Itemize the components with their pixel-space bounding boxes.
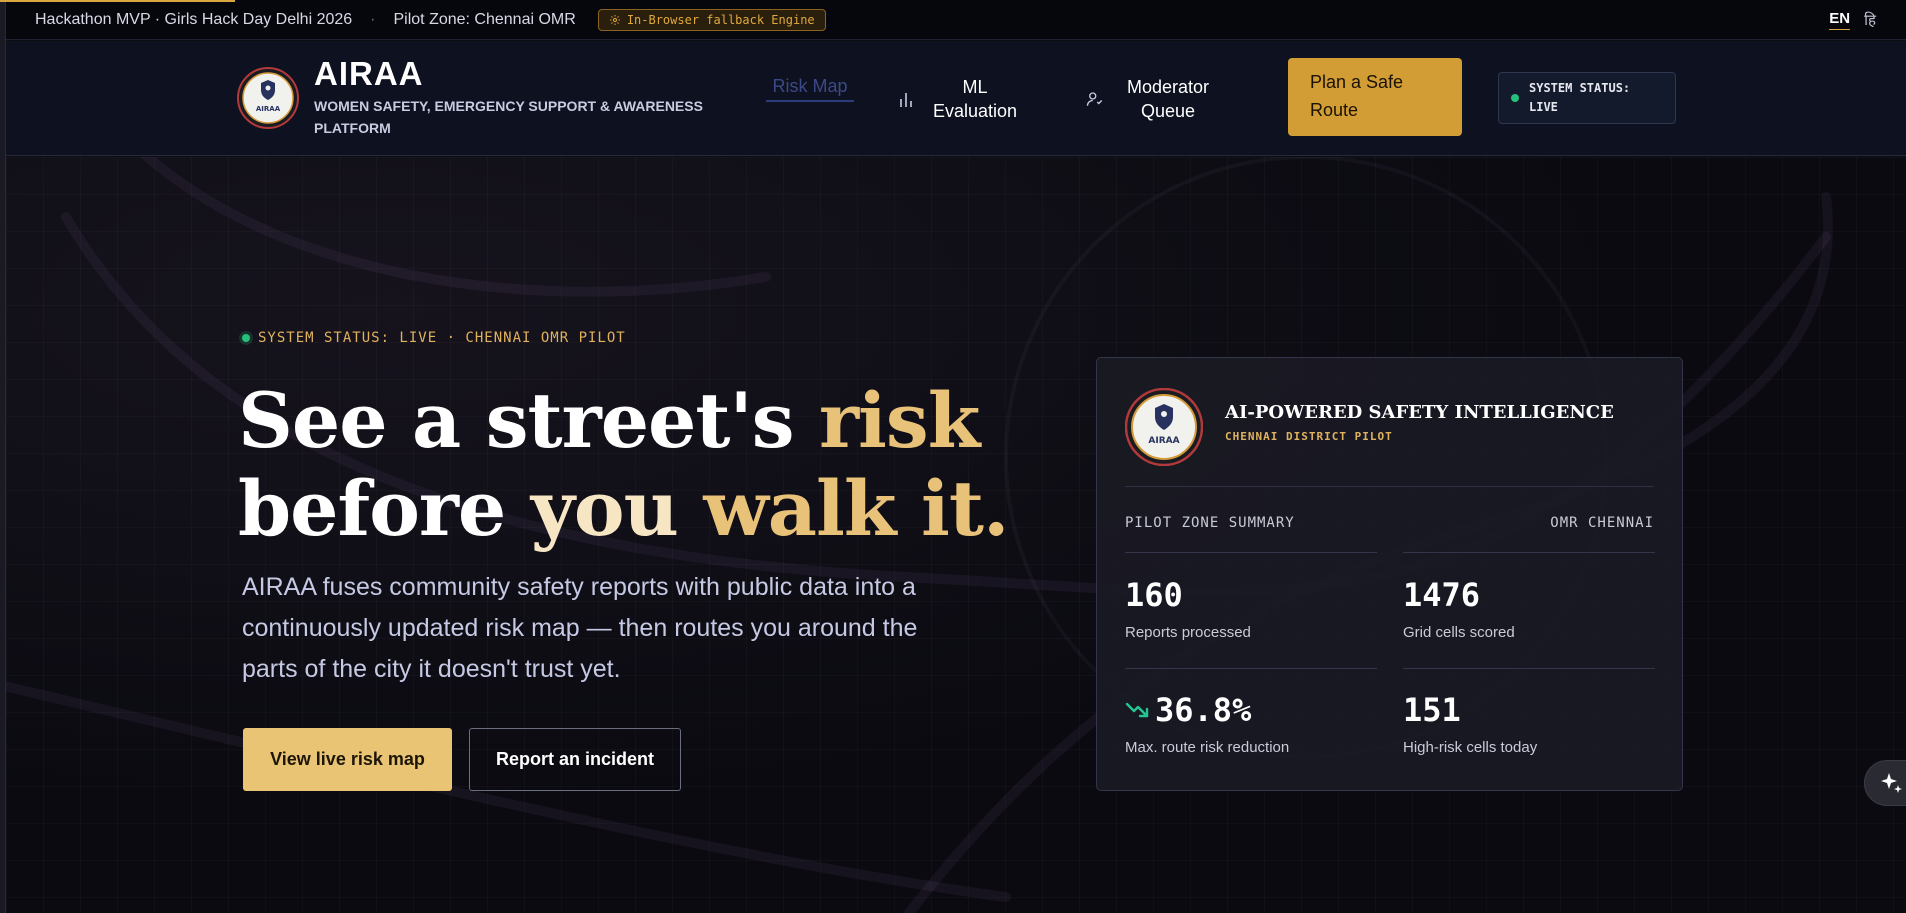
- view-risk-map-button[interactable]: View live risk map: [243, 728, 452, 791]
- report-incident-button[interactable]: Report an incident: [469, 728, 681, 791]
- plan-safe-route-button[interactable]: Plan a Safe Route: [1288, 58, 1462, 136]
- card-divider: [1125, 486, 1654, 487]
- event-label: Hackathon MVP · Girls Hack Day Delhi 202…: [35, 10, 353, 28]
- system-status-label: SYSTEM STATUS: LIVE: [1529, 81, 1631, 114]
- stat-value: 1476: [1403, 576, 1481, 614]
- brand-title[interactable]: AIRAA: [314, 55, 424, 93]
- lang-en-button[interactable]: EN: [1829, 10, 1851, 30]
- fallback-engine-badge: In-Browser fallback Engine: [597, 8, 826, 31]
- status-dot: [1511, 94, 1519, 102]
- airaa-logo[interactable]: AIRAA: [237, 67, 299, 129]
- stat-risk-reduction: 36.8% Max. route risk reduction: [1125, 691, 1375, 756]
- stat-label: High-risk cells today: [1403, 739, 1538, 756]
- lang-hi-button[interactable]: हि: [1864, 10, 1876, 30]
- pilot-zone-summary-label: PILOT ZONE SUMMARY: [1125, 515, 1295, 531]
- hero-status-line: SYSTEM STATUS: LIVE · CHENNAI OMR PILOT: [242, 330, 626, 346]
- headline-part-5: walk it.: [703, 464, 1009, 553]
- stat-reports-processed: 160 Reports processed: [1125, 576, 1375, 641]
- headline-part-2: risk: [819, 376, 980, 465]
- separator: ·: [370, 10, 376, 28]
- safety-intelligence-card: AIRAA AI-POWERED SAFETY INTELLIGENCE CHE…: [1096, 357, 1683, 791]
- svg-text:AIRAA: AIRAA: [1148, 436, 1179, 446]
- window-edge: [0, 0, 6, 913]
- stat-label: Max. route risk reduction: [1125, 739, 1290, 756]
- gear-icon: [609, 14, 620, 25]
- card-title: AI-POWERED SAFETY INTELLIGENCE: [1225, 402, 1614, 423]
- card-logo: AIRAA: [1124, 387, 1204, 467]
- announcement-bar: Hackathon MVP · Girls Hack Day Delhi 202…: [6, 0, 1906, 40]
- hero-status-label: SYSTEM STATUS: LIVE · CHENNAI OMR PILOT: [258, 330, 626, 346]
- hero-headline: See a street's risk before you walk it.: [238, 376, 1009, 553]
- sparkle-icon: [1881, 773, 1902, 793]
- stat-value: 160: [1125, 576, 1183, 614]
- stat-divider: [1403, 668, 1655, 669]
- user-check-icon: [1086, 92, 1103, 106]
- headline-part-4: you: [530, 464, 704, 553]
- ai-assistant-fab[interactable]: [1864, 760, 1906, 806]
- stat-label: Reports processed: [1125, 624, 1251, 641]
- live-dot: [242, 334, 250, 342]
- stat-divider: [1403, 552, 1655, 553]
- headline-part-1: See a street's: [238, 376, 820, 465]
- nav-ml-label: ML Evaluation: [933, 77, 1018, 121]
- stat-divider: [1125, 552, 1377, 553]
- stat-high-risk-cells: 151 High-risk cells today: [1403, 691, 1653, 756]
- trending-down-icon: [1125, 702, 1149, 718]
- nav-moderator-queue[interactable]: Moderator Queue: [1086, 75, 1214, 123]
- headline-part-3: before: [238, 464, 531, 553]
- main-header: AIRAA AIRAA WOMEN SAFETY, EMERGENCY SUPP…: [6, 41, 1906, 156]
- nav-ml-evaluation[interactable]: ML Evaluation: [899, 75, 1017, 123]
- stat-label: Grid cells scored: [1403, 624, 1515, 641]
- hero-description: AIRAA fuses community safety reports wit…: [242, 573, 918, 683]
- hero-section: SYSTEM STATUS: LIVE · CHENNAI OMR PILOT …: [6, 157, 1906, 913]
- language-switcher: EN हि: [1829, 10, 1876, 30]
- svg-text:AIRAA: AIRAA: [256, 105, 281, 113]
- nav-risk-map[interactable]: Risk Map: [766, 74, 854, 102]
- pilot-zone-summary-value: OMR CHENNAI: [1550, 515, 1654, 531]
- stat-divider: [1125, 668, 1377, 669]
- loading-accent-bar: [0, 0, 235, 2]
- fallback-engine-label: In-Browser fallback Engine: [626, 12, 815, 27]
- stat-value: 36.8%: [1155, 691, 1252, 729]
- bar-chart-icon: [900, 93, 912, 107]
- system-status-box: SYSTEM STATUS: LIVE: [1498, 72, 1676, 124]
- stat-grid-cells: 1476 Grid cells scored: [1403, 576, 1653, 641]
- card-subtitle: CHENNAI DISTRICT PILOT: [1225, 430, 1393, 443]
- pilot-zone-label: Pilot Zone: Chennai OMR: [393, 10, 576, 28]
- stat-value: 151: [1403, 691, 1461, 729]
- brand-tagline: WOMEN SAFETY, EMERGENCY SUPPORT & AWAREN…: [314, 98, 703, 136]
- nav-moderator-label: Moderator Queue: [1126, 77, 1210, 121]
